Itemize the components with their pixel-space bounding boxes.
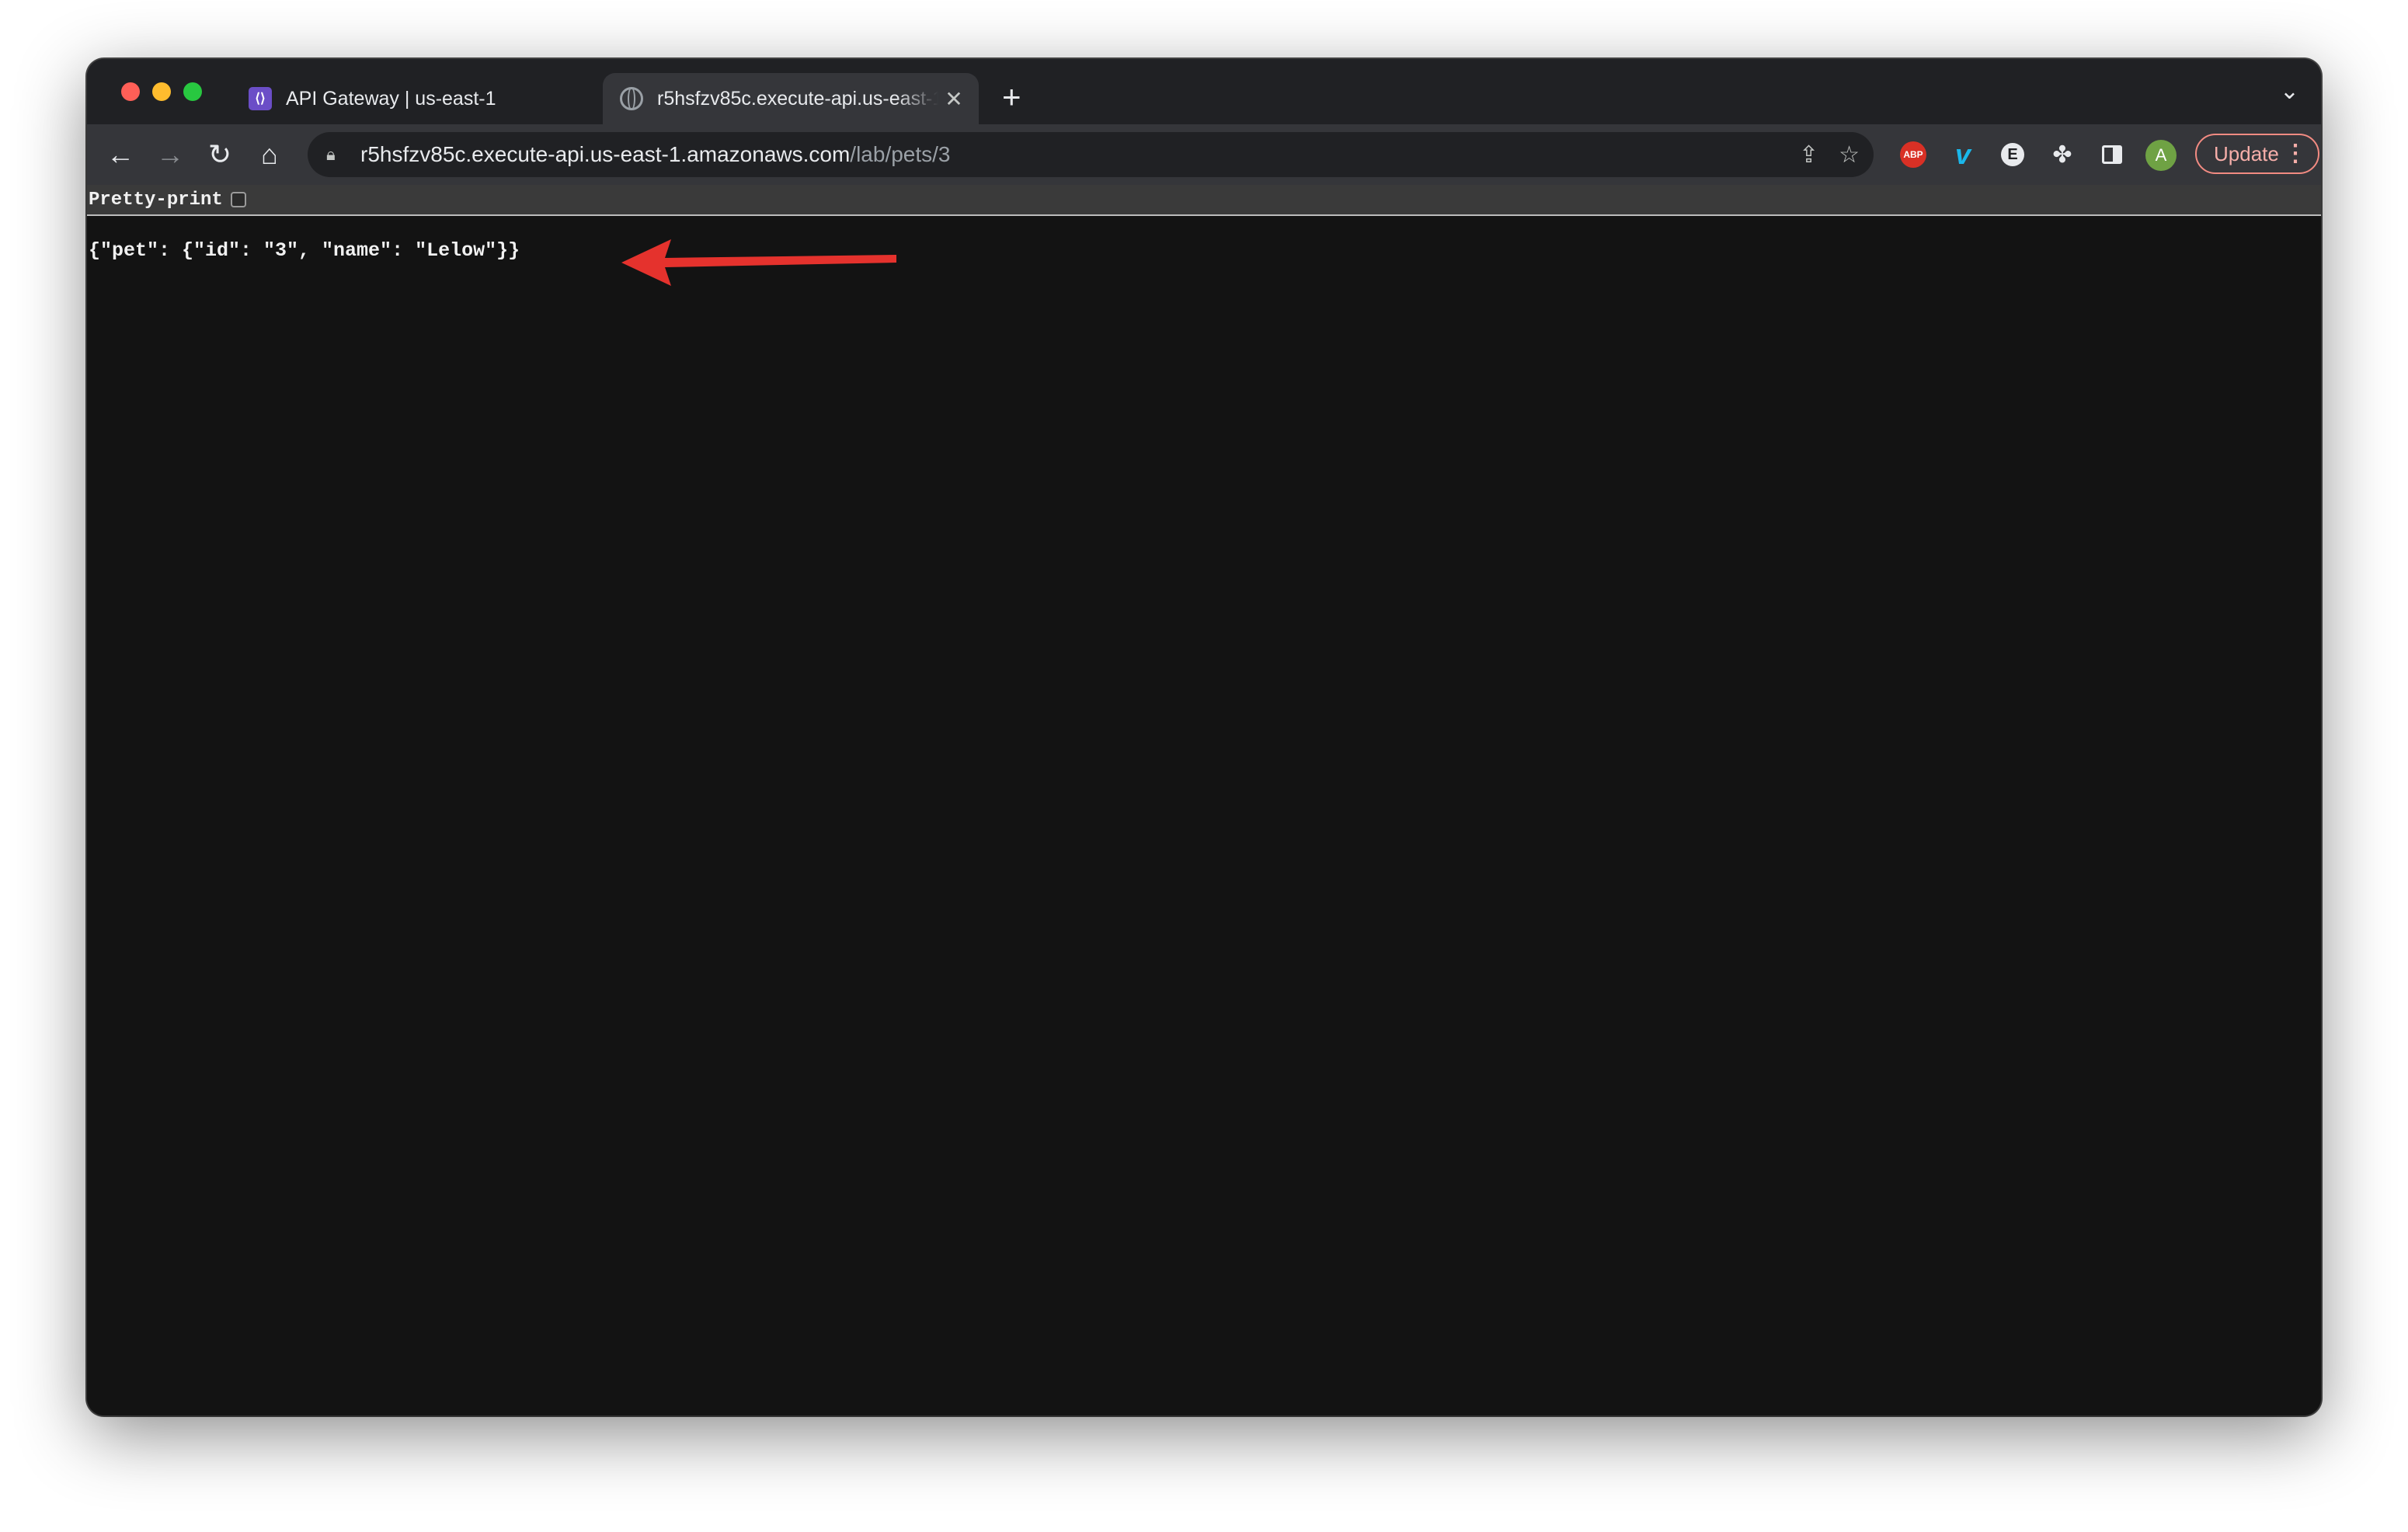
side-panel-icon[interactable] [2096,138,2128,171]
url-path: /lab/pets/3 [850,142,951,166]
chevron-down-icon[interactable]: ⌄ [2280,78,2299,105]
close-tab-icon[interactable]: ✕ [938,86,969,112]
close-window-button[interactable] [121,82,140,101]
lock-icon[interactable]: 🔒︎ [326,144,346,165]
back-icon[interactable]: ← [101,135,140,174]
tab-label: r5hsfzv85c.execute-api.us-east-1.amazona… [657,87,938,110]
address-bar[interactable]: 🔒︎ r5hsfzv85c.execute-api.us-east-1.amaz… [308,132,1874,177]
extensions-puzzle-icon[interactable]: ✤ [2046,138,2079,171]
pretty-print-checkbox[interactable] [230,192,246,207]
browser-toolbar: ← → ↻ ⌂ 🔒︎ r5hsfzv85c.execute-api.us-eas… [87,124,2321,185]
update-label: Update [2214,141,2279,165]
annotation-arrow [621,239,896,286]
omnibox-actions: ⇪ ☆ [1799,132,1860,177]
api-gateway-icon: ⟨⟩ [249,87,272,110]
reload-icon[interactable]: ↻ [200,135,239,174]
pretty-print-bar: Pretty-print [87,185,2321,216]
extension-e-icon[interactable]: E [1996,138,2029,171]
json-response: {"pet": {"id": "3", "name": "Lelow"}} [89,239,520,262]
vimeo-extension-icon[interactable]: v [1947,138,1979,171]
minimize-window-button[interactable] [152,82,171,101]
tab-execute-api[interactable]: r5hsfzv85c.execute-api.us-east-1.amazona… [603,73,979,124]
new-tab-icon[interactable]: + [1002,76,1021,118]
browser-window: ⟨⟩ API Gateway | us-east-1 ✕ r5hsfzv85c.… [87,59,2321,1415]
home-icon[interactable]: ⌂ [250,135,289,174]
more-menu-icon[interactable]: ⋮ [2284,140,2307,167]
arrow-shape [621,239,896,286]
profile-avatar[interactable]: A [2145,140,2177,171]
bookmark-star-icon[interactable]: ☆ [1839,141,1860,169]
adblock-plus-icon[interactable]: ABP [1897,138,1930,171]
tab-strip: ⟨⟩ API Gateway | us-east-1 ✕ r5hsfzv85c.… [87,59,2321,124]
share-icon[interactable]: ⇪ [1799,141,1818,169]
pretty-print-label: Pretty-print [89,189,223,211]
update-button[interactable]: Update ⋮ [2195,134,2319,174]
globe-icon [620,87,643,110]
page-content: Pretty-print {"pet": {"id": "3", "name":… [87,185,2321,1415]
url-text[interactable]: r5hsfzv85c.execute-api.us-east-1.amazona… [360,142,951,167]
fullscreen-window-button[interactable] [183,82,202,101]
url-host: r5hsfzv85c.execute-api.us-east-1.amazona… [360,142,851,166]
forward-icon[interactable]: → [151,135,190,174]
